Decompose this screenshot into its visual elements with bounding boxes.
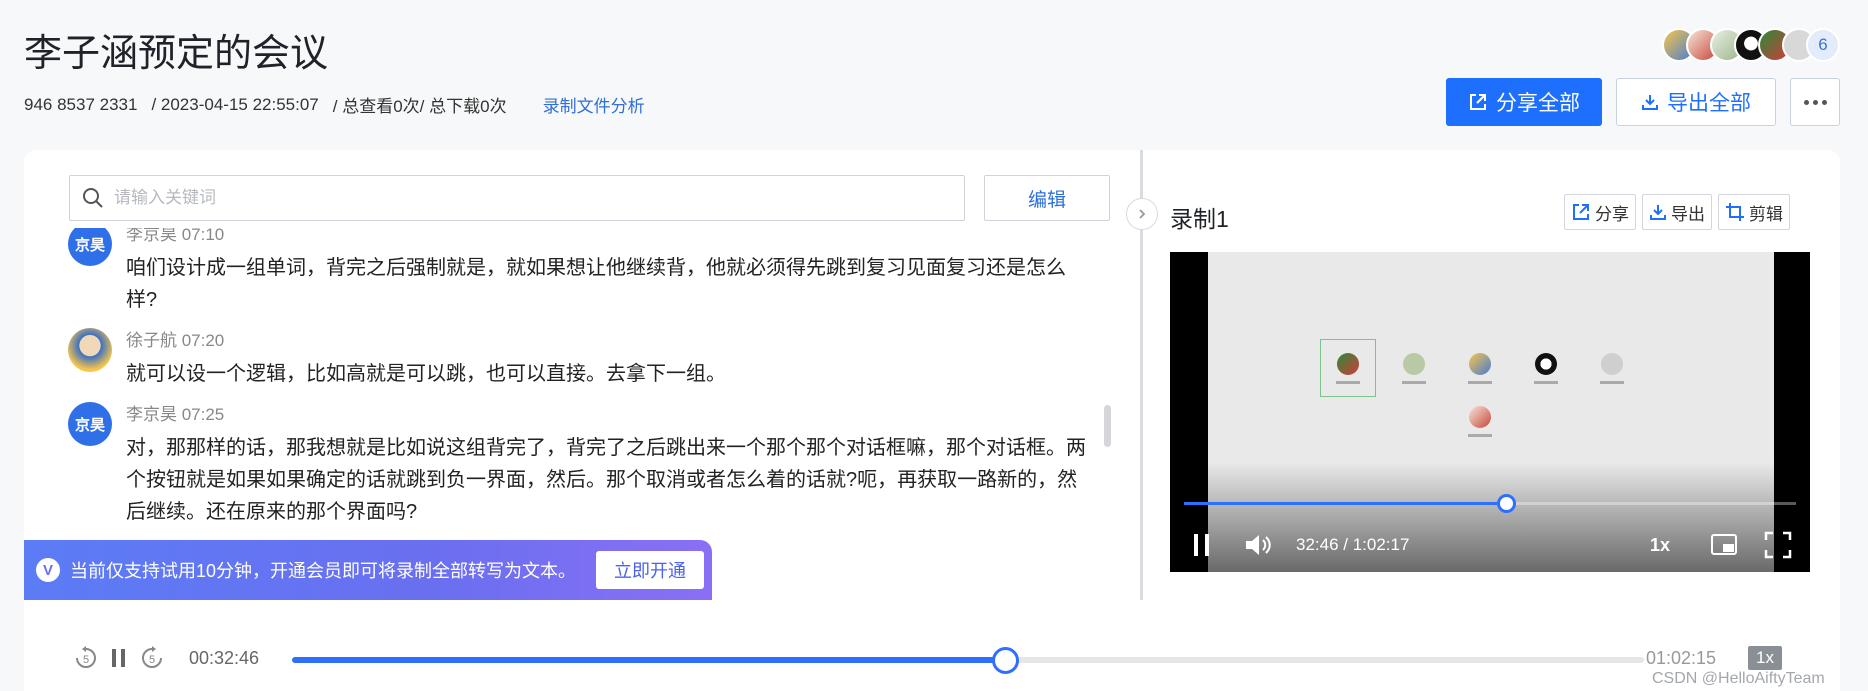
clip-label: 剪辑 [1749,204,1783,224]
audio-progress-bar[interactable] [292,647,1644,674]
pause-icon[interactable] [110,647,128,669]
export-button[interactable]: 导出 [1642,194,1712,230]
download-icon [1650,205,1666,220]
trial-banner: V 当前仅支持试用10分钟，开通会员即可将录制全部转写为文本。 立即开通 [24,540,712,600]
audio-progress-handle[interactable] [991,647,1019,674]
chevron-right-icon [1139,209,1146,219]
crop-icon [1726,203,1744,221]
forward-5-icon[interactable]: 5 [140,646,164,670]
share-button[interactable]: 分享 [1564,194,1636,230]
share-all-label: 分享全部 [1496,92,1580,115]
meeting-datetime: / 2023-04-15 22:55:07 [151,94,319,114]
transcript-text[interactable]: 对，那那样的话，那我想就是比如说这组背完了，背完了之后跳出来一个那个那个对话框嘛… [126,432,1096,528]
participant-tile [1452,339,1508,397]
search-input[interactable] [114,188,914,208]
clip-button[interactable]: 剪辑 [1718,194,1790,230]
collapse-button[interactable] [1126,198,1158,230]
list-item: 京昊 李京昊 07:25 对，那那样的话，那我想就是比如说这组背完了，背完了之后… [68,402,1118,528]
speaker-time: 李京昊 07:25 [126,405,225,424]
transcript-text[interactable]: 就可以设一个逻辑，比如高就是可以跳，也可以直接。去拿下一组。 [126,358,1096,390]
transcript-panel: 编辑 京昊 李京昊 07:10 咱们设计成一组单词，背完之后强制就是，就如果想让… [24,150,1140,600]
participant-tile [1320,339,1376,397]
volume-icon[interactable] [1244,532,1272,558]
search-box[interactable] [69,175,965,221]
search-icon [83,188,103,208]
more-icon [1803,99,1809,105]
page-title: 李子涵预定的会议 [24,33,329,75]
current-time: 00:32:46 [189,648,260,668]
list-item: 京昊 李京昊 07:10 咱们设计成一组单词，背完之后强制就是，就如果想让他继续… [68,228,1118,316]
trial-message: 当前仅支持试用10分钟，开通会员即可将录制全部转写为文本。 [70,561,577,581]
avatar [68,328,112,372]
share-label: 分享 [1595,204,1629,224]
transcript-text[interactable]: 咱们设计成一组单词，背完之后强制就是，就如果想让他继续背，他就必须得先跳到复习见… [126,252,1096,316]
audio-player: 5 5 00:32:46 01:02:15 1x CSDN @HelloAift… [24,600,1840,691]
list-item: 徐子航 07:20 就可以设一个逻辑，比如高就是可以跳，也可以直接。去拿下一组。 [68,328,1118,390]
participant-count-badge[interactable]: 6 [1806,28,1840,62]
avatar: 京昊 [68,402,112,446]
edit-button[interactable]: 编辑 [984,175,1110,221]
video-time: 32:46 / 1:02:17 [1296,535,1410,554]
download-icon [1642,95,1658,110]
recording-analysis-link[interactable]: 录制文件分析 [543,92,645,117]
activate-membership-button[interactable]: 立即开通 [596,551,705,589]
participant-tile [1452,392,1508,450]
meeting-meta: 946 8537 2331 / 2023-04-15 22:55:07 / 总查… [24,92,645,117]
export-all-button[interactable]: 导出全部 [1616,78,1776,126]
vip-icon: V [36,558,60,582]
recording-title: 录制1 [1170,206,1229,232]
rewind-5-icon[interactable]: 5 [74,646,98,670]
video-speed-button[interactable]: 1x [1650,535,1670,556]
participant-tile [1518,339,1574,397]
scrollbar[interactable] [1104,405,1111,447]
speaker-time: 徐子航 07:20 [126,331,225,350]
recording-card: 编辑 京昊 李京昊 07:10 咱们设计成一组单词，背完之后强制就是，就如果想让… [24,150,1840,691]
meeting-id: 946 8537 2331 [24,94,138,114]
total-time: 01:02:15 [1646,648,1717,668]
share-icon [1573,204,1589,220]
svg-text:5: 5 [149,654,155,666]
speaker-time: 李京昊 07:10 [126,228,225,244]
more-options-button[interactable] [1790,78,1840,126]
video-progress-bar[interactable] [1184,494,1796,513]
pause-icon[interactable] [1192,532,1212,558]
export-label: 导出 [1671,204,1705,224]
share-all-button[interactable]: 分享全部 [1446,78,1602,126]
svg-text:5: 5 [83,654,89,666]
video-player[interactable]: 32:46 / 1:02:17 1x [1170,252,1810,572]
participant-tile [1584,339,1640,397]
watermark: CSDN @HelloAiftyTeam [1652,670,1825,687]
avatar: 京昊 [68,228,112,266]
share-icon [1470,94,1486,110]
playback-speed-button[interactable]: 1x [1748,646,1782,670]
video-progress-handle[interactable] [1496,494,1516,513]
participant-tile [1386,339,1442,397]
meeting-stats: / 总查看0次/ 总下载0次 [332,97,507,116]
participant-avatars[interactable]: 6 [1662,28,1840,62]
video-controls: 32:46 / 1:02:17 1x [1170,528,1810,562]
fullscreen-icon[interactable] [1764,531,1792,559]
picture-in-picture-icon[interactable] [1710,532,1738,558]
export-all-label: 导出全部 [1667,92,1751,115]
